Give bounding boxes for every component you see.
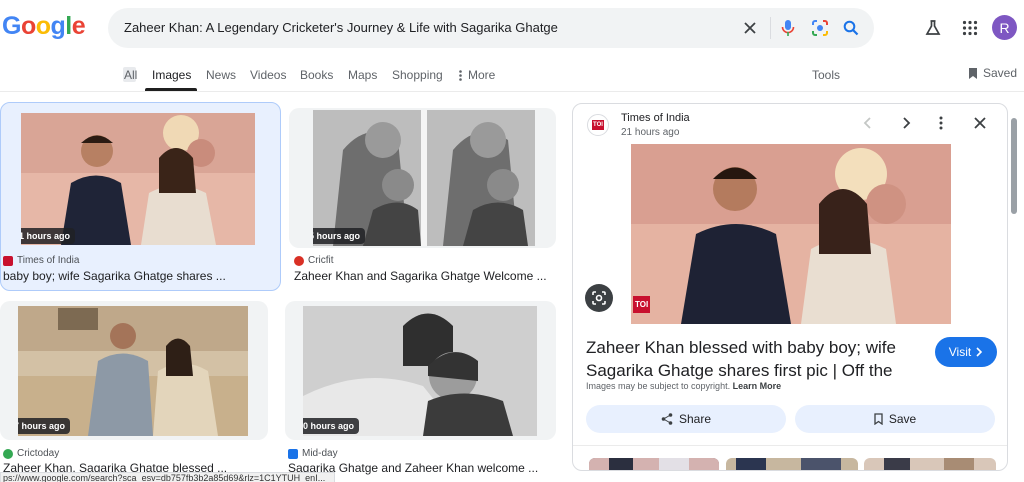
tab-videos[interactable]: Videos xyxy=(250,68,286,82)
source-favicon xyxy=(294,255,304,266)
source-favicon xyxy=(3,255,13,266)
panel-divider xyxy=(573,445,1007,446)
search-icon[interactable] xyxy=(841,18,861,38)
result-source[interactable]: Times of India xyxy=(3,255,79,266)
account-avatar[interactable]: R xyxy=(992,15,1017,40)
saved-button[interactable]: Saved xyxy=(968,66,1017,80)
tab-all[interactable]: All xyxy=(124,68,137,82)
related-image[interactable] xyxy=(726,458,858,470)
tab-images[interactable]: Images xyxy=(152,68,191,82)
source-name: Cricfit xyxy=(308,255,334,266)
share-icon xyxy=(661,413,673,425)
share-label: Share xyxy=(678,412,712,426)
related-image[interactable] xyxy=(589,458,719,470)
logo-letter: G xyxy=(2,12,21,40)
save-label: Save xyxy=(888,412,917,426)
time-badge: 20 hours ago xyxy=(303,418,360,434)
lens-icon[interactable] xyxy=(810,18,830,38)
google-logo[interactable]: Google xyxy=(2,12,86,41)
time-badge: 17 hours ago xyxy=(18,418,71,434)
more-vert-icon xyxy=(459,69,462,81)
search-input[interactable]: Zaheer Khan: A Legendary Cricketer's Jou… xyxy=(124,20,558,35)
tab-books[interactable]: Books xyxy=(300,68,333,82)
time-badge: 21 hours ago xyxy=(21,228,76,244)
image-result-card[interactable]: 15 hours ago xyxy=(289,108,556,248)
logo-letter: e xyxy=(71,12,86,40)
logo-letter: g xyxy=(50,12,66,40)
panel-time: 21 hours ago xyxy=(621,127,680,138)
tab-shopping[interactable]: Shopping xyxy=(392,68,443,82)
saved-label: Saved xyxy=(983,66,1018,80)
toi-logo-text: TOI xyxy=(592,120,604,130)
result-caption[interactable]: baby boy; wife Sagarika Ghatge shares ..… xyxy=(3,269,273,283)
tabs-divider xyxy=(0,91,1024,92)
time-badge: 15 hours ago xyxy=(313,228,366,244)
source-favicon xyxy=(288,448,298,459)
panel-scrollbar[interactable] xyxy=(1011,118,1017,214)
avatar-letter: R xyxy=(999,19,1010,36)
source-name: Crictoday xyxy=(17,448,60,459)
microphone-icon[interactable] xyxy=(778,18,798,38)
learn-more-link[interactable]: Learn More xyxy=(733,381,782,391)
tools-button[interactable]: Tools xyxy=(812,68,840,82)
result-source[interactable]: Mid-day xyxy=(288,448,338,459)
logo-letter: o xyxy=(20,12,36,40)
source-name: Mid-day xyxy=(302,448,338,459)
preview-image[interactable]: TOI xyxy=(631,144,951,324)
bookmark-icon xyxy=(874,413,883,425)
clear-icon[interactable] xyxy=(740,18,760,38)
toi-watermark: TOI xyxy=(633,296,651,313)
tab-news[interactable]: News xyxy=(206,68,236,82)
more-options-icon[interactable] xyxy=(939,116,943,135)
labs-flask-icon[interactable] xyxy=(921,16,945,40)
related-image[interactable] xyxy=(864,458,996,470)
result-caption[interactable]: Zaheer Khan and Sagarika Ghatge Welcome … xyxy=(294,269,556,283)
panel-source-name[interactable]: Times of India xyxy=(621,112,690,124)
result-thumbnail[interactable]: 20 hours ago xyxy=(303,306,537,436)
image-preview-panel: TOI Times of India 21 hours ago TOI Zahe… xyxy=(572,103,1008,471)
prev-chevron-icon[interactable] xyxy=(861,116,875,135)
result-thumbnail[interactable]: 17 hours ago xyxy=(18,306,248,436)
panel-title[interactable]: Zaheer Khan blessed with baby boy; wife … xyxy=(586,336,922,382)
copyright-note: Images may be subject to copyright. Lear… xyxy=(586,381,781,391)
share-button[interactable]: Share xyxy=(586,405,786,433)
tab-maps[interactable]: Maps xyxy=(348,68,377,82)
lens-search-button[interactable] xyxy=(585,284,613,312)
next-chevron-icon[interactable] xyxy=(899,116,913,135)
copyright-text: Images may be subject to copyright. xyxy=(586,381,731,391)
status-bar-url: ps://www.google.com/search?sca_esv=db757… xyxy=(0,472,335,482)
image-result-card[interactable]: 20 hours ago xyxy=(285,301,556,440)
result-source[interactable]: Cricfit xyxy=(294,255,334,266)
lens-icon xyxy=(592,291,606,305)
close-icon[interactable] xyxy=(973,116,987,135)
search-divider xyxy=(770,17,771,39)
image-result-card[interactable]: 17 hours ago xyxy=(0,301,268,440)
source-favicon xyxy=(3,448,13,459)
result-thumbnail[interactable]: 21 hours ago xyxy=(21,113,255,245)
result-source[interactable]: Crictoday xyxy=(3,448,59,459)
save-button[interactable]: Save xyxy=(795,405,995,433)
apps-grid-icon[interactable] xyxy=(958,16,982,40)
bookmark-icon xyxy=(969,67,977,79)
search-box[interactable]: Zaheer Khan: A Legendary Cricketer's Jou… xyxy=(108,8,874,48)
chevron-right-icon xyxy=(976,347,983,357)
visit-button[interactable]: Visit xyxy=(935,337,997,367)
tab-more-label: More xyxy=(468,68,496,82)
source-name: Times of India xyxy=(17,255,80,266)
result-thumbnail[interactable]: 15 hours ago xyxy=(313,110,535,246)
logo-letter: o xyxy=(35,12,51,40)
visit-label: Visit xyxy=(948,345,972,359)
source-logo[interactable]: TOI xyxy=(587,114,609,136)
tab-more[interactable]: More xyxy=(459,68,495,82)
